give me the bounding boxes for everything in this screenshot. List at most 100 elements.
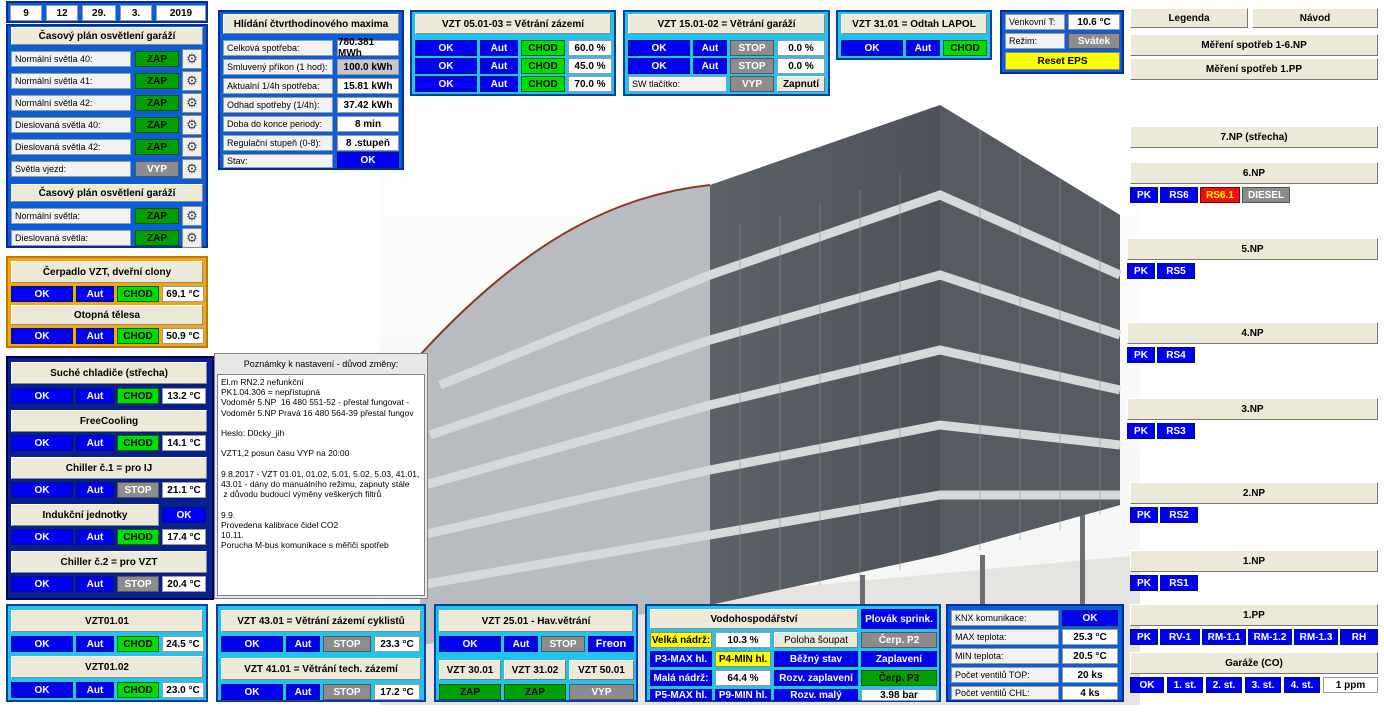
vzt0501-state-3[interactable]: CHOD <box>521 76 565 92</box>
vzt1501-ok-2[interactable]: OK <box>628 58 690 74</box>
vzt5001-button[interactable]: VZT 50.01 <box>569 660 634 680</box>
date-day[interactable]: 9 <box>10 5 42 21</box>
gear-icon[interactable]: ⚙ <box>182 93 202 113</box>
pump-ok[interactable]: OK <box>11 286 73 302</box>
floor-6np-rs6[interactable]: RS6 <box>1160 187 1198 203</box>
valve-position-button[interactable]: Poloha šoupat <box>774 632 858 648</box>
vzt3102-state[interactable]: ZAP <box>504 684 566 700</box>
garages-co-level-4[interactable]: 4. st. <box>1284 677 1320 693</box>
manual-button[interactable]: Návod <box>1252 8 1378 28</box>
gear-icon[interactable]: ⚙ <box>182 137 202 157</box>
floor-1pp-pk[interactable]: PK <box>1130 629 1158 645</box>
vzt4301-ok[interactable]: OK <box>221 636 283 652</box>
vzt4101-ok[interactable]: OK <box>221 684 283 700</box>
floor-3np-rs3[interactable]: RS3 <box>1157 423 1195 439</box>
vzt2501-freon[interactable]: Freon <box>588 636 634 652</box>
vzt0501-aut-1[interactable]: Aut <box>480 40 518 56</box>
vzt0501-state-1[interactable]: CHOD <box>521 40 565 56</box>
gear-icon[interactable]: ⚙ <box>182 71 202 91</box>
date-d2[interactable]: 29. <box>82 5 116 21</box>
gear-icon[interactable]: ⚙ <box>182 206 202 226</box>
cooling-aut-1[interactable]: Aut <box>76 388 114 404</box>
knx-value-1[interactable]: OK <box>1062 610 1118 626</box>
vzt2501-aut[interactable]: Aut <box>504 636 538 652</box>
vzt5001-state[interactable]: VYP <box>569 684 634 700</box>
garages-co-button[interactable]: Garáže (CO) <box>1130 652 1378 674</box>
floor-1pp-rm13[interactable]: RM-1.3 <box>1294 629 1338 645</box>
vzt4101-state[interactable]: STOP <box>323 684 371 700</box>
floor-1pp-rm11[interactable]: RM-1.1 <box>1202 629 1246 645</box>
vzt0101-state[interactable]: CHOD <box>117 636 159 652</box>
floor-1pp-rv1[interactable]: RV-1 <box>1160 629 1200 645</box>
pump-state[interactable]: CHOD <box>117 286 159 302</box>
vzt2501-ok[interactable]: OK <box>439 636 501 652</box>
vzt1501-state-2[interactable]: STOP <box>730 58 774 74</box>
vzt0501-state-2[interactable]: CHOD <box>521 58 565 74</box>
cooling-ok-5[interactable]: OK <box>11 576 73 592</box>
light-state-4[interactable]: ZAP <box>135 117 179 133</box>
mode-value[interactable]: Svátek <box>1068 33 1120 49</box>
cooling-state-5[interactable]: STOP <box>117 576 159 592</box>
vzt1501-state-1[interactable]: STOP <box>730 40 774 56</box>
floor-2np-button[interactable]: 2.NP <box>1130 482 1378 504</box>
floor-6np-diesel[interactable]: DIESEL <box>1242 187 1290 203</box>
garages-co-ok[interactable]: OK <box>1130 677 1164 693</box>
vzt1501-ok-1[interactable]: OK <box>628 40 690 56</box>
radiators-state[interactable]: CHOD <box>117 328 159 344</box>
vzt0501-aut-2[interactable]: Aut <box>480 58 518 74</box>
floor-4np-pk[interactable]: PK <box>1127 347 1155 363</box>
garages-co-level-1[interactable]: 1. st. <box>1167 677 1203 693</box>
pump-aut[interactable]: Aut <box>76 286 114 302</box>
vzt3102-button[interactable]: VZT 31.02 <box>504 660 566 680</box>
vzt0102-aut[interactable]: Aut <box>76 682 114 698</box>
float-sprinkler-button[interactable]: Plovák sprink. <box>861 609 937 629</box>
floor-2np-rs2[interactable]: RS2 <box>1160 507 1198 523</box>
vzt4301-state[interactable]: STOP <box>323 636 371 652</box>
vzt0102-ok[interactable]: OK <box>11 682 73 698</box>
floor-2np-pk[interactable]: PK <box>1130 507 1158 523</box>
vzt4301-aut[interactable]: Aut <box>286 636 320 652</box>
vzt0102-state[interactable]: CHOD <box>117 682 159 698</box>
qh-value-2[interactable]: 100.0 kWh <box>337 59 399 75</box>
date-hour[interactable]: 12 <box>46 5 78 21</box>
vzt1501-aut-2[interactable]: Aut <box>693 58 727 74</box>
gear-icon[interactable]: ⚙ <box>182 115 202 135</box>
cooling-ok-3[interactable]: OK <box>11 482 73 498</box>
pump-p2[interactable]: Čerp. P2 <box>861 632 937 648</box>
floor-1pp-rh[interactable]: RH <box>1340 629 1378 645</box>
qh-status[interactable]: OK <box>337 152 399 168</box>
cooling-state-2[interactable]: CHOD <box>117 435 159 451</box>
floor-3np-button[interactable]: 3.NP <box>1127 398 1378 420</box>
pump-p3[interactable]: Čerp. P3 <box>861 670 937 686</box>
floor-1np-rs1[interactable]: RS1 <box>1160 575 1198 591</box>
light2-state-2[interactable]: ZAP <box>135 230 179 246</box>
floor-6np-pk[interactable]: PK <box>1130 187 1158 203</box>
vzt1501-aut-1[interactable]: Aut <box>693 40 727 56</box>
legend-button[interactable]: Legenda <box>1130 8 1248 28</box>
gear-icon[interactable]: ⚙ <box>182 228 202 248</box>
garages-co-level-3[interactable]: 3. st. <box>1245 677 1281 693</box>
floor-6np-button[interactable]: 6.NP <box>1130 162 1378 184</box>
vzt0501-aut-3[interactable]: Aut <box>480 76 518 92</box>
sw-state[interactable]: VYP <box>730 76 774 92</box>
vzt0501-ok-1[interactable]: OK <box>415 40 477 56</box>
radiators-ok[interactable]: OK <box>11 328 73 344</box>
vzt4101-aut[interactable]: Aut <box>286 684 320 700</box>
light2-state-1[interactable]: ZAP <box>135 208 179 224</box>
vzt0101-aut[interactable]: Aut <box>76 636 114 652</box>
floor-6np-rs61[interactable]: RS6.1 <box>1200 187 1240 203</box>
meter-1pp-button[interactable]: Měření spotřeb 1.PP <box>1130 58 1378 80</box>
sw-on-button[interactable]: Zapnutí <box>777 76 825 92</box>
radiators-aut[interactable]: Aut <box>76 328 114 344</box>
date-month[interactable]: 3. <box>120 5 152 21</box>
gear-icon[interactable]: ⚙ <box>182 159 202 179</box>
vzt3101-state[interactable]: CHOD <box>943 40 987 56</box>
vzt3101-aut[interactable]: Aut <box>906 40 940 56</box>
reset-eps-button[interactable]: Reset EPS <box>1005 52 1120 70</box>
floor-3np-pk[interactable]: PK <box>1127 423 1155 439</box>
cooling-state-3[interactable]: STOP <box>117 482 159 498</box>
cooling-title-ok-4[interactable]: OK <box>162 507 206 523</box>
light-state-2[interactable]: ZAP <box>135 73 179 89</box>
floor-1pp-button[interactable]: 1.PP <box>1130 604 1378 626</box>
vzt3101-ok[interactable]: OK <box>841 40 903 56</box>
